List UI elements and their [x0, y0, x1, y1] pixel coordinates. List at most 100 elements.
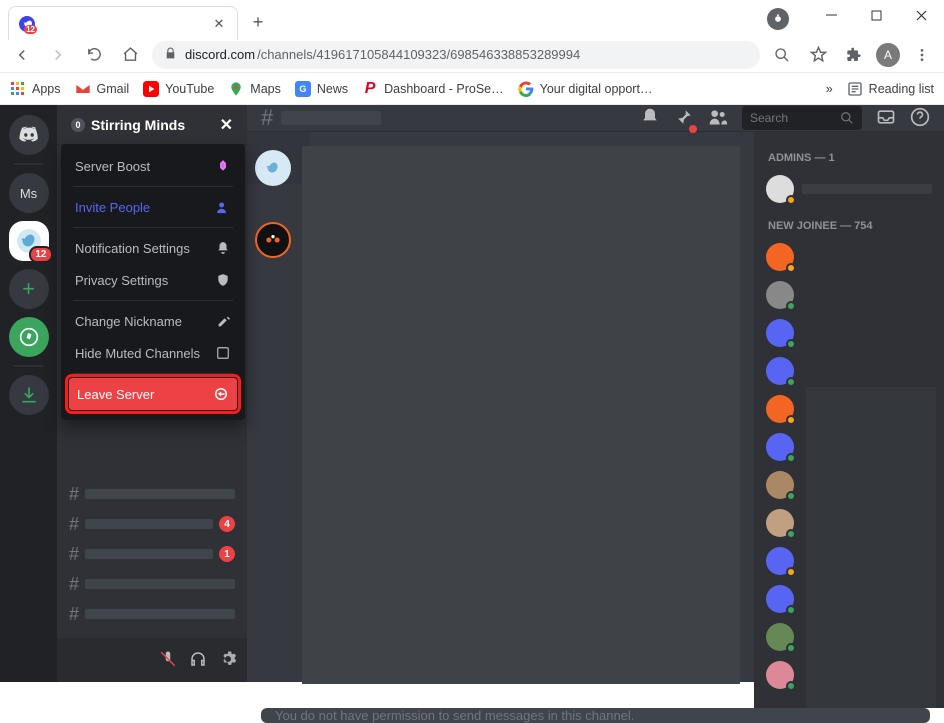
browser-toolbar: discord.com/channels/419617105844109323/…: [0, 37, 944, 73]
menu-change-nickname[interactable]: Change Nickname: [67, 305, 239, 337]
guild-ms[interactable]: Ms: [9, 173, 49, 213]
guild-explore-button[interactable]: [9, 317, 49, 357]
search-input[interactable]: Search: [742, 106, 862, 130]
channel-item[interactable]: #: [63, 599, 241, 629]
channel-category[interactable]: ▾GENERAL: [63, 629, 241, 638]
channel-list: # #4 #1 # # ▾GENERAL #7 # #: [57, 475, 247, 638]
notifications-icon[interactable]: [640, 107, 660, 130]
inbox-icon[interactable]: [876, 107, 896, 130]
tab-badge: 12: [24, 25, 37, 34]
bookmark-label: Apps: [32, 82, 61, 96]
nav-reload-button[interactable]: [80, 41, 108, 69]
channel-item[interactable]: #: [63, 479, 241, 509]
member-item[interactable]: [762, 352, 936, 390]
channel-item[interactable]: #: [63, 569, 241, 599]
guild-selected[interactable]: 12: [9, 221, 49, 261]
bookmark-dashboard[interactable]: PDashboard - ProSe…: [362, 81, 504, 97]
lock-icon: [164, 47, 177, 63]
google-icon: [518, 81, 534, 97]
embedded-image[interactable]: [302, 146, 740, 684]
window-minimize-button[interactable]: [809, 0, 854, 30]
shield-icon: [215, 272, 231, 288]
browser-tab[interactable]: 12 ✕: [8, 6, 238, 40]
members-panel: ADMINS — 1 NEW JOINEE — 754: [754, 132, 944, 708]
close-icon[interactable]: ✕: [220, 115, 233, 135]
bookmark-maps[interactable]: Maps: [228, 81, 281, 97]
maps-icon: [228, 81, 244, 97]
hash-icon: #: [69, 484, 79, 505]
zoom-search-icon[interactable]: [768, 41, 796, 69]
url-host: discord.com: [185, 47, 255, 62]
bookmark-gmail[interactable]: Gmail: [75, 81, 130, 97]
member-item[interactable]: [762, 170, 936, 208]
menu-label: Server Boost: [75, 159, 150, 174]
bookmark-label: Reading list: [869, 82, 934, 96]
menu-server-boost[interactable]: Server Boost: [67, 150, 239, 182]
menu-hide-muted[interactable]: Hide Muted Channels: [67, 337, 239, 369]
tab-favicon: 12: [19, 16, 35, 32]
hash-icon: #: [261, 105, 273, 131]
bookmark-youtube[interactable]: YouTube: [143, 81, 214, 97]
url-field[interactable]: discord.com/channels/419617105844109323/…: [152, 41, 760, 69]
window-maximize-button[interactable]: [854, 0, 899, 30]
menu-label: Invite People: [75, 200, 150, 215]
bookmark-label: News: [317, 82, 348, 96]
gear-icon[interactable]: [219, 650, 237, 671]
bookmark-digital[interactable]: Your digital opport…: [518, 81, 653, 97]
bookmark-label: Gmail: [97, 82, 130, 96]
message-input: You do not have permission to send messa…: [261, 708, 930, 723]
server-name: Stirring Minds: [91, 117, 185, 133]
browser-profile-avatar[interactable]: A: [876, 43, 900, 67]
pinned-icon[interactable]: [674, 107, 694, 130]
channel-item[interactable]: #4: [63, 509, 241, 539]
window-close-button[interactable]: [899, 0, 944, 30]
member-item[interactable]: [762, 314, 936, 352]
discord-app: Ms 12 + 0Stirring Minds ✕ Server Boost I…: [0, 105, 944, 682]
chat-main: # Search ADMINS — 1 NEW J: [247, 105, 944, 682]
news-icon: G: [295, 81, 311, 97]
mute-icon[interactable]: [159, 650, 177, 671]
channel-title: [281, 111, 381, 125]
channel-item[interactable]: #1: [63, 539, 241, 569]
nav-back-button[interactable]: [8, 41, 36, 69]
bookmark-apps[interactable]: Apps: [10, 81, 61, 97]
nav-forward-button[interactable]: [44, 41, 72, 69]
member-item[interactable]: [762, 238, 936, 276]
leave-icon: [213, 386, 229, 402]
message-area: [247, 132, 754, 708]
help-icon[interactable]: [910, 107, 930, 130]
unread-badge: 1: [219, 546, 235, 562]
new-tab-button[interactable]: +: [244, 8, 272, 36]
guild-download-button[interactable]: [9, 375, 49, 415]
apps-grid-icon: [10, 81, 26, 97]
youtube-icon: [143, 81, 159, 97]
menu-invite-people[interactable]: Invite People: [67, 191, 239, 223]
message-avatar[interactable]: [255, 150, 291, 186]
bookmark-star-icon[interactable]: [804, 41, 832, 69]
bookmark-news[interactable]: G News: [295, 81, 348, 97]
menu-label: Change Nickname: [75, 314, 182, 329]
guild-badge: 12: [29, 246, 52, 263]
bookmarks-bar: Apps Gmail YouTube Maps G News PDashboard…: [0, 73, 944, 105]
deafen-icon[interactable]: [189, 650, 207, 671]
bookmarks-overflow[interactable]: »: [826, 82, 833, 96]
members-icon[interactable]: [708, 107, 728, 130]
member-item[interactable]: [762, 276, 936, 314]
bookmark-label: Dashboard - ProSe…: [384, 82, 504, 96]
channel-sidebar: 0Stirring Minds ✕ Server Boost Invite Pe…: [57, 105, 247, 682]
menu-privacy-settings[interactable]: Privacy Settings: [67, 264, 239, 296]
search-icon: [840, 111, 854, 125]
extensions-icon[interactable]: [840, 41, 868, 69]
server-header[interactable]: 0Stirring Minds ✕: [57, 105, 247, 145]
message-avatar[interactable]: [255, 222, 291, 258]
reading-list-button[interactable]: Reading list: [847, 81, 934, 97]
guild-home[interactable]: [9, 115, 49, 155]
browser-menu-icon[interactable]: [908, 41, 936, 69]
boost-icon: [215, 158, 231, 174]
menu-notification-settings[interactable]: Notification Settings: [67, 232, 239, 264]
tab-close-icon[interactable]: ✕: [211, 16, 227, 32]
menu-leave-server[interactable]: Leave Server: [69, 378, 237, 410]
nav-home-button[interactable]: [116, 41, 144, 69]
guild-add-button[interactable]: +: [9, 269, 49, 309]
profile-indicator-icon[interactable]: [767, 8, 789, 30]
